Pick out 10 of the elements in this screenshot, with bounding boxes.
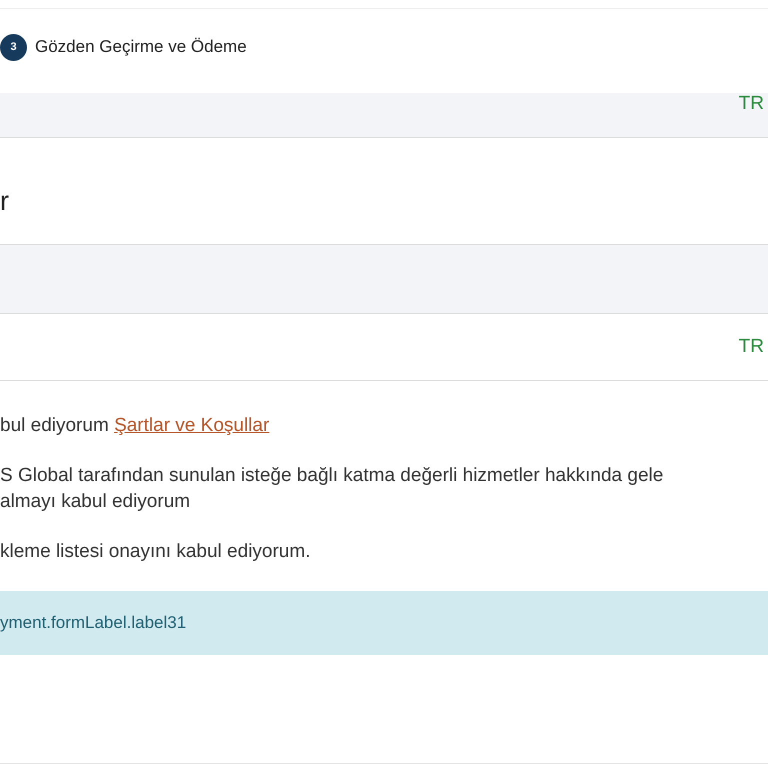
agreement-text: bul ediyorum Şartlar ve Koşullar (0, 414, 270, 438)
section-heading: r (0, 184, 9, 216)
agreement-text: kleme listesi onayını kabul ediyorum. (0, 540, 312, 564)
terms-link[interactable]: Şartlar ve Koşullar (114, 415, 270, 436)
step-title: Gözden Geçirme ve Ödeme (35, 37, 247, 57)
step-number-badge: 3 (0, 34, 27, 60)
currency-label: TR (738, 336, 764, 358)
info-banner-text: yment.formLabel.label31 (0, 613, 186, 633)
currency-label: TR (738, 93, 764, 115)
agreement-text: S Global tarafından sunulan isteğe bağlı katma değerli hizmetler hakkında gele almayı kabul ediyorum (0, 464, 664, 514)
